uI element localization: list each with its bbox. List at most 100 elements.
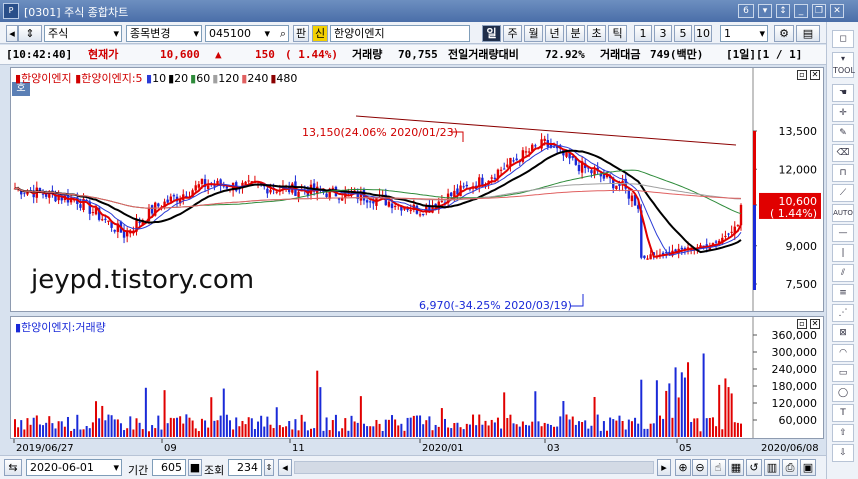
period-button[interactable]: 초 xyxy=(587,25,606,42)
x-end-label: 2020/06/08 xyxy=(761,443,819,454)
volume-bar xyxy=(291,429,294,437)
volume-bar xyxy=(705,418,708,437)
channel-icon[interactable]: ⫽ xyxy=(832,264,854,282)
gann-icon[interactable]: ⊠ xyxy=(832,324,854,342)
sin-button[interactable]: 신 xyxy=(312,25,328,42)
volume-bar xyxy=(247,417,250,437)
stock-code-input[interactable]: 045100 ▾ ⌕ xyxy=(205,25,289,42)
expand-icon[interactable]: ▤ xyxy=(796,25,820,42)
candle-body xyxy=(247,180,250,182)
search-icon[interactable]: ⌕ xyxy=(280,26,286,41)
volume-bar xyxy=(300,414,303,437)
volume-bar xyxy=(338,431,341,437)
interval-select[interactable]: 1 ▾ xyxy=(720,25,768,42)
rectangle-icon[interactable]: ▭ xyxy=(832,364,854,382)
period-button[interactable]: 년 xyxy=(545,25,564,42)
lock-icon[interactable]: ■ xyxy=(188,459,202,476)
price-panel[interactable]: 호 ▮한양이엔지 ▮한양이엔지:5 ▮10 ▮20 ▮60 ▮120 ▮240 ▮480 … xyxy=(10,67,824,312)
horizontal-line-icon[interactable]: — xyxy=(832,224,854,242)
arc-icon[interactable]: ◠ xyxy=(832,344,854,362)
volume-bar xyxy=(512,423,515,437)
period-button[interactable]: 틱 xyxy=(608,25,627,42)
eraser-icon[interactable]: ⌫ xyxy=(832,144,854,162)
interval-button[interactable]: 1 xyxy=(634,25,652,42)
arrow-down-icon[interactable]: ⇩ xyxy=(832,444,854,462)
candle-body xyxy=(686,247,690,249)
volume-bar xyxy=(51,423,54,437)
period-button[interactable]: 일 xyxy=(482,25,501,42)
volume-bar xyxy=(431,430,434,437)
candle-body xyxy=(499,169,503,171)
ellipse-icon[interactable]: ◯ xyxy=(832,384,854,402)
x-tick-label: 09 xyxy=(164,443,177,454)
period-button[interactable]: 주 xyxy=(503,25,522,42)
volume-bar xyxy=(98,418,101,437)
trendline-icon[interactable]: ⟋ xyxy=(832,184,854,202)
crosshair-icon[interactable]: ✛ xyxy=(832,104,854,122)
change-stock-select[interactable]: 종목변경 ▾ xyxy=(126,25,202,42)
fibonacci-icon[interactable]: ≡ xyxy=(832,284,854,302)
volume-bar xyxy=(556,426,559,437)
candle-body xyxy=(493,177,497,179)
period-button[interactable]: 월 xyxy=(524,25,543,42)
volume-bar xyxy=(372,426,375,437)
scroll-thumb[interactable] xyxy=(295,462,653,473)
volume-bar xyxy=(281,427,284,437)
volume-bar xyxy=(151,425,154,437)
period-button[interactable]: 분 xyxy=(566,25,585,42)
interval-button[interactable]: 3 xyxy=(654,25,672,42)
magnet-icon[interactable]: ⊓ xyxy=(832,164,854,182)
tool-icon[interactable]: ▾ xyxy=(758,4,772,18)
arrow-up-icon[interactable]: ⇧ xyxy=(832,424,854,442)
hand-icon[interactable]: ☚ xyxy=(832,84,854,102)
interval-button[interactable]: 5 xyxy=(674,25,692,42)
volume-bar xyxy=(169,417,172,437)
print-icon[interactable]: ⎙ xyxy=(782,459,798,476)
chart-mode-icon[interactable]: ▦ xyxy=(728,459,744,476)
volume-bar xyxy=(612,419,615,437)
spin-icon[interactable]: ⇕ xyxy=(18,25,42,42)
zoom-in-icon[interactable]: ⊕ xyxy=(675,459,691,476)
scroll-left-end-icon[interactable]: ◂ xyxy=(278,459,292,476)
pointer-icon[interactable]: ☝ xyxy=(710,459,726,476)
date-select[interactable]: 2020-06-01 ▾ xyxy=(26,459,122,476)
range-icon[interactable]: ⇆ xyxy=(4,459,22,476)
settings-icon[interactable]: ⚙ xyxy=(774,25,794,42)
horizontal-scrollbar[interactable] xyxy=(294,461,654,474)
auto-icon[interactable]: AUTO xyxy=(832,204,854,222)
text-tool-icon[interactable]: T xyxy=(832,404,854,422)
fan-icon[interactable]: ⋰ xyxy=(832,304,854,322)
query-input[interactable]: 234 xyxy=(228,459,262,476)
collapse-icon[interactable]: ◻ xyxy=(832,30,854,48)
zoom-out-icon[interactable]: ⊖ xyxy=(692,459,708,476)
scroll-left-icon[interactable]: ◂ xyxy=(6,25,18,42)
period-input[interactable]: 605 xyxy=(152,459,186,476)
grid-icon[interactable]: ▥ xyxy=(764,459,780,476)
candle-body xyxy=(216,180,219,184)
reset-icon[interactable]: ↺ xyxy=(746,459,762,476)
link-icon[interactable]: ↕ xyxy=(776,4,790,18)
volume-bar xyxy=(359,396,362,437)
pan-button[interactable]: 판 xyxy=(293,25,309,42)
spin-up-icon[interactable]: ⇕ xyxy=(264,459,274,476)
page-badge[interactable]: 6 xyxy=(738,4,754,18)
minimize-icon[interactable]: _ xyxy=(794,4,808,18)
pen-icon[interactable]: ✎ xyxy=(832,124,854,142)
interval-button[interactable]: 10 xyxy=(694,25,712,42)
close-icon[interactable]: ✕ xyxy=(830,4,844,18)
volume-bar xyxy=(110,415,113,437)
up-arrow-icon: ▲ xyxy=(215,48,222,61)
candle-body xyxy=(739,204,743,226)
volume-bar xyxy=(222,388,225,437)
market-select[interactable]: 주식 ▾ xyxy=(44,25,122,42)
tool-icon[interactable]: ▾ TOOL xyxy=(832,52,855,78)
restore-icon[interactable]: ❐ xyxy=(812,4,826,18)
volume-bar xyxy=(540,426,543,437)
volume-bar xyxy=(487,425,490,437)
volume-panel[interactable]: ▮한양이엔지:거래량 ▫ ✕ 360,000 300,000 240,000 180,… xyxy=(10,316,824,439)
save-icon[interactable]: ▣ xyxy=(800,459,816,476)
scroll-right-icon[interactable]: ▸ xyxy=(657,459,671,476)
vertical-line-icon[interactable]: | xyxy=(832,244,854,262)
volume-bar xyxy=(394,419,397,437)
candle-body xyxy=(266,188,269,194)
